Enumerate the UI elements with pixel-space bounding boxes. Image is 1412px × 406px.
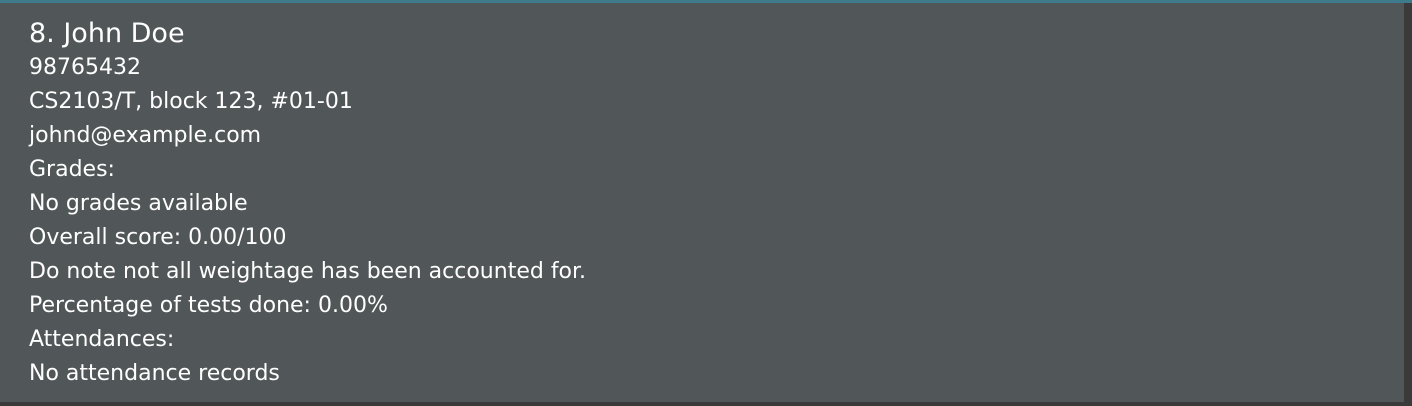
- person-card[interactable]: 8. John Doe 98765432 CS2103/T, block 123…: [0, 3, 1404, 402]
- person-card-content: 8. John Doe 98765432 CS2103/T, block 123…: [29, 17, 586, 391]
- attendances-header: Attendances:: [29, 327, 175, 352]
- list-bottom-gutter: [0, 402, 1412, 406]
- grades-status: No grades available: [29, 191, 248, 216]
- weightage-note: Do note not all weightage has been accou…: [29, 259, 587, 284]
- tests-done-percentage: Percentage of tests done: 0.00%: [29, 293, 388, 318]
- list-right-gutter: [1404, 3, 1412, 406]
- person-email: johnd@example.com: [29, 123, 262, 148]
- overall-score: Overall score: 0.00/100: [29, 225, 287, 250]
- attendance-status: No attendance records: [29, 361, 280, 386]
- person-phone: 98765432: [29, 55, 141, 80]
- person-address: CS2103/T, block 123, #01-01: [29, 89, 353, 114]
- grades-header: Grades:: [29, 157, 115, 182]
- person-name: 8. John Doe: [29, 18, 185, 49]
